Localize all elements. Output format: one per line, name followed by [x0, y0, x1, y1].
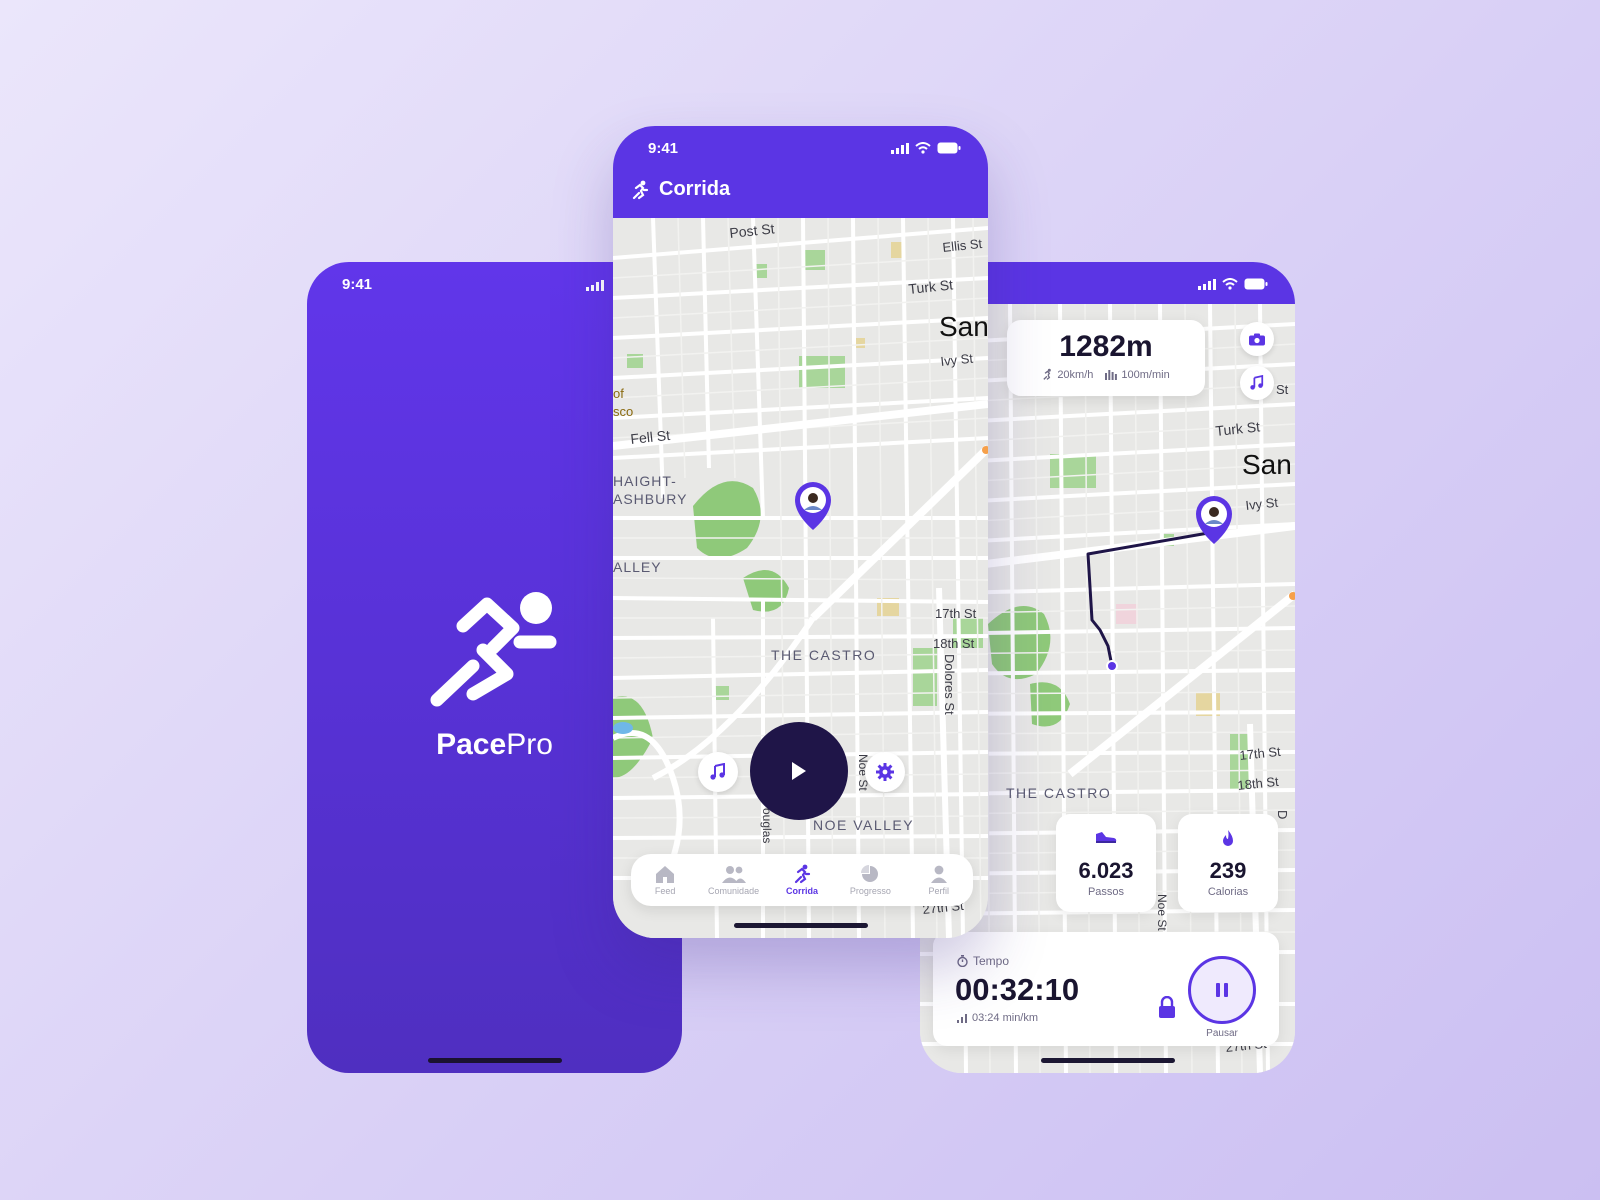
music-note-icon — [710, 763, 725, 780]
brand-bold: Pace — [436, 728, 507, 761]
tab-label: Comunidade — [708, 886, 760, 896]
distance-meta: 20km/h 100m/min — [1007, 368, 1205, 381]
timer-label: Tempo — [957, 954, 1009, 968]
system-status — [891, 142, 961, 154]
lock-icon[interactable] — [1158, 996, 1176, 1018]
camera-button[interactable] — [1240, 322, 1274, 356]
settings-button[interactable] — [865, 752, 905, 792]
stopwatch-icon — [957, 955, 968, 967]
route-start-marker — [1106, 660, 1118, 672]
flame-icon — [1178, 830, 1278, 848]
pace-rate-stat: 100m/min — [1105, 368, 1170, 381]
runner-logo-icon — [430, 592, 557, 707]
community-icon — [721, 866, 746, 883]
signal-icon — [891, 142, 909, 154]
signal-bars-icon — [957, 1013, 967, 1023]
pause-label: Pausar — [1206, 1028, 1238, 1039]
signal-icon — [586, 280, 604, 291]
status-time: 9:41 — [342, 276, 373, 293]
map-label-douglas: ouglas — [760, 808, 774, 843]
pace-stat: 03:24 min/km — [957, 1012, 1038, 1024]
map-label-alley: ALLEY — [613, 559, 662, 575]
calories-value: 239 — [1209, 858, 1247, 883]
status-time: 9:41 — [648, 140, 679, 157]
music-note-icon — [1250, 375, 1264, 390]
music-button[interactable] — [1240, 366, 1274, 400]
camera-icon — [1249, 333, 1265, 345]
calories-label: Calorias — [1207, 886, 1249, 898]
tab-label: Progresso — [849, 886, 891, 896]
runner-icon — [794, 864, 811, 884]
steps-label: Passos — [1087, 886, 1125, 898]
shoe-icon — [1056, 830, 1156, 848]
map-label-sco: sco — [613, 404, 633, 419]
tab-label: Feed — [654, 886, 676, 896]
steps-value: 6.023 — [1078, 858, 1134, 883]
map-label-of: of — [613, 386, 624, 401]
bars-icon — [1105, 370, 1118, 380]
map-label-castro: THE CASTRO — [1006, 785, 1111, 801]
distance-value: 1282m — [1059, 330, 1153, 363]
steps-card: 6.023 Passos — [1056, 814, 1156, 912]
battery-icon — [1244, 278, 1268, 290]
speed-value: 20km/h — [1057, 368, 1094, 381]
tab-comunidade[interactable]: Comunidade — [702, 864, 766, 896]
tab-corrida[interactable]: Corrida — [770, 864, 834, 896]
map-label-18th: 18th St — [933, 636, 975, 651]
screen-title: Corrida — [631, 178, 730, 201]
screen-title-text: Corrida — [659, 178, 731, 200]
calories-card: 239 Calorias — [1178, 814, 1278, 912]
music-button[interactable] — [698, 752, 738, 792]
tab-feed[interactable]: Feed — [633, 864, 697, 896]
timer-card: Tempo 00:32:10 03:24 min/km Pausar — [933, 932, 1279, 1046]
signal-icon — [1198, 278, 1216, 290]
runner-icon — [1043, 368, 1052, 380]
map-label-haight: HAIGHT- — [613, 473, 677, 489]
pause-icon — [1216, 983, 1228, 997]
home-icon — [656, 866, 675, 883]
tab-label: Corrida — [785, 886, 818, 896]
system-status — [1198, 278, 1268, 290]
map-label-d: D — [1275, 810, 1290, 819]
home-indicator — [733, 923, 868, 928]
pace-rate-value: 100m/min — [1121, 368, 1170, 381]
brand-regular: Pro — [506, 728, 553, 761]
map-label-castro: THE CASTRO — [771, 647, 876, 663]
run-screen: 9:41 Corrida Post St Ellis St Turk St Sa… — [613, 126, 988, 938]
start-run-button[interactable] — [750, 722, 848, 820]
battery-icon — [937, 142, 961, 154]
city-map[interactable]: Post St Ellis St Turk St San Ivy St of s… — [613, 218, 988, 938]
wifi-icon — [915, 142, 931, 154]
profile-icon — [930, 865, 947, 883]
speed-stat: 20km/h — [1042, 368, 1093, 381]
pace-value: 03:24 min/km — [972, 1012, 1039, 1024]
map-label-noe-st: Noe St — [1155, 894, 1169, 931]
map-label-ashbury: ASHBURY — [613, 491, 687, 507]
bottom-tab-bar: Feed Comunidade Corrida Progresso Perfil — [631, 854, 973, 906]
tab-perfil[interactable]: Perfil — [907, 864, 971, 896]
gear-icon — [876, 763, 894, 781]
tab-label: Perfil — [928, 886, 949, 896]
home-indicator — [427, 1058, 562, 1063]
map-label-st-top: St — [1276, 382, 1289, 397]
pause-button[interactable] — [1188, 956, 1256, 1024]
tab-progresso[interactable]: Progresso — [838, 864, 902, 896]
home-indicator — [1040, 1058, 1175, 1063]
pie-chart-icon — [861, 865, 879, 882]
timer-label-text: Tempo — [973, 954, 1010, 968]
runner-icon — [632, 180, 649, 199]
map-label-san: San — [939, 311, 988, 342]
map-label-noe-valley: NOE VALLEY — [813, 817, 914, 833]
app-header: 9:41 Corrida — [613, 126, 988, 218]
map-label-san: San — [1242, 449, 1292, 480]
map-label-dolores: Dolores St — [942, 654, 957, 715]
map-label-17th: 17th St — [935, 606, 977, 621]
wifi-icon — [1222, 278, 1238, 290]
play-icon — [792, 762, 806, 780]
timer-value: 00:32:10 — [955, 972, 1080, 1007]
distance-card: 1282m 20km/h 100m/min — [1007, 320, 1205, 396]
